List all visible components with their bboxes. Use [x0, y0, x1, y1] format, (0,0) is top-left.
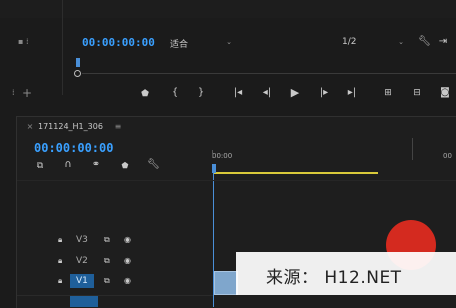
track-label-v1[interactable]: V1	[70, 274, 94, 288]
fit-dropdown-label: 适合	[170, 40, 189, 50]
snap-icon[interactable]: ∩	[62, 160, 74, 170]
step-back-icon[interactable]: ◂|	[260, 88, 274, 98]
sync-lock-icon[interactable]: ⧉	[104, 235, 110, 245]
watermark-banner: 来源： H12.NET	[236, 252, 456, 295]
top-panel-strip	[0, 0, 456, 18]
track-row-a1-partial	[70, 296, 98, 307]
sequence-tab-name[interactable]: 171124_H1_306	[38, 122, 103, 131]
panel-divider	[62, 0, 63, 95]
linked-selection-icon[interactable]: ⚭	[90, 160, 102, 170]
watermark-text: 来源： H12.NET	[266, 268, 402, 288]
panel-menu-icon[interactable]: ▪ ⁞	[18, 37, 29, 47]
mark-out-icon[interactable]: }	[197, 88, 205, 98]
timeline-timecode[interactable]: 00:00:00:00	[34, 141, 113, 155]
close-icon[interactable]: ×	[26, 122, 34, 132]
lift-icon[interactable]: ⊞	[379, 88, 397, 98]
program-scrubber-line	[82, 73, 456, 74]
eye-icon[interactable]: ◉	[124, 276, 131, 286]
sync-lock-icon[interactable]: ⧉	[104, 276, 110, 286]
fit-dropdown[interactable]: 适合 ⌄	[170, 37, 232, 50]
marker-icon[interactable]: ⬟	[140, 89, 150, 99]
ruler-tick	[412, 138, 413, 160]
program-timecode[interactable]: 00:00:00:00	[82, 36, 155, 49]
program-playhead[interactable]	[76, 58, 80, 67]
lock-icon[interactable]: 🔒︎	[58, 256, 62, 266]
add-icon[interactable]: +	[22, 87, 32, 99]
resolution-dropdown-label: 1/2	[342, 37, 357, 47]
eye-icon[interactable]: ◉	[124, 235, 131, 245]
track-header-divider	[17, 180, 456, 181]
ruler-tick-label: 00	[443, 152, 452, 160]
mark-in-icon[interactable]: {	[171, 88, 179, 98]
sync-lock-icon[interactable]: ⧉	[104, 256, 110, 266]
track-label-v2[interactable]: V2	[76, 256, 88, 266]
track-row-divider	[17, 295, 213, 296]
lock-icon[interactable]: 🔒︎	[58, 276, 62, 286]
nest-icon[interactable]: ⧉	[34, 161, 46, 171]
go-to-in-icon[interactable]: |◂	[231, 88, 245, 98]
panel-extend-icon[interactable]: ⇥	[436, 37, 450, 47]
v1-clip[interactable]	[214, 271, 238, 295]
lock-icon[interactable]: 🔒︎	[58, 235, 62, 245]
wrench-icon[interactable]: 🔧︎	[147, 160, 160, 170]
ruler-start-label: 00:00	[212, 152, 233, 160]
go-to-out-icon[interactable]: ▸|	[345, 88, 359, 98]
work-area-bar[interactable]	[214, 172, 378, 174]
hamburger-menu-icon[interactable]: ≡	[114, 122, 122, 132]
chevron-down-icon: ⌄	[226, 38, 232, 46]
extract-icon[interactable]: ⊟	[408, 88, 426, 98]
marker-icon[interactable]: ⬟	[120, 161, 130, 171]
chevron-down-icon: ⌄	[398, 38, 404, 46]
wrench-icon[interactable]: 🔧︎	[418, 37, 431, 47]
resolution-dropdown[interactable]: 1/2 ⌄	[342, 37, 404, 49]
camera-icon[interactable]: ◙	[438, 88, 452, 98]
track-label-v3[interactable]: V3	[76, 235, 88, 245]
play-icon[interactable]: ▶	[289, 87, 301, 98]
program-playhead-ring	[74, 70, 81, 77]
eye-icon[interactable]: ◉	[124, 256, 131, 266]
settings-dots-icon[interactable]: ⁞	[12, 88, 15, 98]
step-forward-icon[interactable]: |▸	[317, 88, 331, 98]
ruler-tick	[212, 150, 213, 158]
